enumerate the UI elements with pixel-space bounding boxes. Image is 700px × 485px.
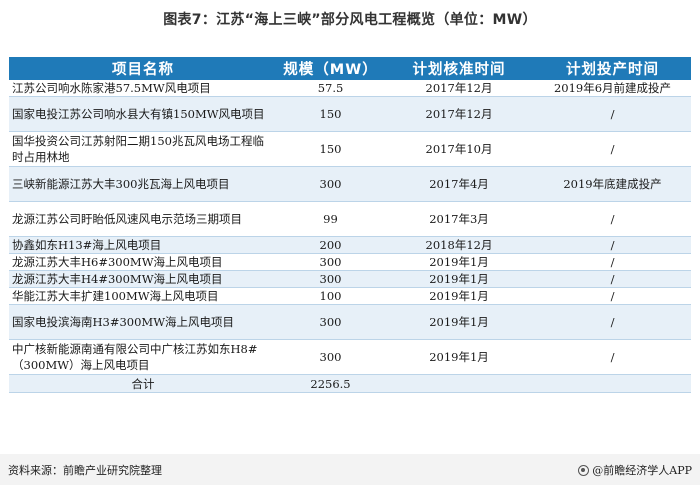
approval-time-cell: 2019年1月 bbox=[384, 253, 534, 271]
table-row: 中广核新能源南通有限公司中广核江苏如东H8#（300MW）海上风电项目 300 20… bbox=[9, 339, 691, 375]
production-time-cell: / bbox=[534, 270, 691, 288]
scale-cell: 200 bbox=[277, 236, 384, 254]
scale-cell: 300 bbox=[277, 253, 384, 271]
production-time-cell: / bbox=[534, 236, 691, 254]
project-name-cell: 中广核新能源南通有限公司中广核江苏如东H8#（300MW）海上风电项目 bbox=[9, 339, 277, 375]
chart-title: 图表7：江苏“海上三峡”部分风电工程概览（单位：MW） bbox=[163, 12, 537, 28]
project-name-cell: 龙源江苏大丰H6#300MW海上风电项目 bbox=[9, 253, 277, 271]
scale-cell: 100 bbox=[277, 287, 384, 305]
approval-time-cell: 2017年10月 bbox=[384, 131, 534, 167]
project-name-cell: 龙源江苏大丰H4#300MW海上风电项目 bbox=[9, 270, 277, 288]
total-row: 合计 2256.5 bbox=[9, 374, 691, 393]
total-empty-cell bbox=[534, 374, 691, 393]
total-empty-cell bbox=[384, 374, 534, 393]
column-header-approval-time: 计划核准时间 bbox=[384, 57, 534, 80]
table-row: 协鑫如东H13#海上风电项目 200 2018年12月 / bbox=[9, 236, 691, 254]
production-time-cell: / bbox=[534, 96, 691, 132]
column-header-scale: 规模（MW） bbox=[277, 57, 384, 80]
production-time-cell: / bbox=[534, 339, 691, 375]
total-value: 2256.5 bbox=[277, 374, 384, 393]
approval-time-cell: 2017年12月 bbox=[384, 96, 534, 132]
scale-cell: 300 bbox=[277, 339, 384, 375]
table-row: 国家电投江苏公司响水县大有镇150MW风电项目 150 2017年12月 / bbox=[9, 96, 691, 132]
table-body: 江苏公司响水陈家港57.5MW风电项目 57.5 2017年12月 2019年6月前建… bbox=[9, 80, 691, 393]
scale-cell: 57.5 bbox=[277, 80, 384, 97]
column-header-production-time: 计划投产时间 bbox=[534, 57, 691, 80]
total-label: 合计 bbox=[9, 374, 277, 393]
scale-cell: 300 bbox=[277, 166, 384, 202]
production-time-cell: / bbox=[534, 287, 691, 305]
table-row: 三峡新能源江苏大丰300兆瓦海上风电项目 300 2017年4月 2019年底建成投产 bbox=[9, 166, 691, 202]
approval-time-cell: 2017年12月 bbox=[384, 80, 534, 97]
production-time-cell: / bbox=[534, 201, 691, 237]
brand-text: @前瞻经济学人APP bbox=[592, 464, 692, 477]
approval-time-cell: 2018年12月 bbox=[384, 236, 534, 254]
project-name-cell: 华能江苏大丰扩建100MW海上风电项目 bbox=[9, 287, 277, 305]
wind-projects-table: 项目名称 规模（MW） 计划核准时间 计划投产时间 江苏公司响水陈家港57.5M… bbox=[9, 57, 691, 393]
brand-logo-icon bbox=[578, 464, 590, 476]
project-name-cell: 龙源江苏公司盱眙低风速风电示范场三期项目 bbox=[9, 201, 277, 237]
project-name-cell: 国家电投滨海南H3#300MW海上风电项目 bbox=[9, 304, 277, 340]
table-row: 龙源江苏大丰H6#300MW海上风电项目 300 2019年1月 / bbox=[9, 253, 691, 271]
footer: 资料来源：前瞻产业研究院整理 @前瞻经济学人APP bbox=[0, 454, 700, 485]
table-row: 华能江苏大丰扩建100MW海上风电项目 100 2019年1月 / bbox=[9, 287, 691, 305]
source-note: 资料来源：前瞻产业研究院整理 bbox=[8, 464, 162, 477]
production-time-cell: 2019年底建成投产 bbox=[534, 166, 691, 202]
scale-cell: 150 bbox=[277, 131, 384, 167]
approval-time-cell: 2019年1月 bbox=[384, 287, 534, 305]
scale-cell: 150 bbox=[277, 96, 384, 132]
table-header-row: 项目名称 规模（MW） 计划核准时间 计划投产时间 bbox=[9, 57, 691, 80]
project-name-cell: 三峡新能源江苏大丰300兆瓦海上风电项目 bbox=[9, 166, 277, 202]
project-name-cell: 国家电投江苏公司响水县大有镇150MW风电项目 bbox=[9, 96, 277, 132]
scale-cell: 300 bbox=[277, 270, 384, 288]
approval-time-cell: 2017年3月 bbox=[384, 201, 534, 237]
table-row: 国华投资公司江苏射阳二期150兆瓦风电场工程临时占用林地 150 2017年10月 / bbox=[9, 131, 691, 167]
table-row: 国家电投滨海南H3#300MW海上风电项目 300 2019年1月 / bbox=[9, 304, 691, 340]
approval-time-cell: 2019年1月 bbox=[384, 304, 534, 340]
production-time-cell: / bbox=[534, 131, 691, 167]
project-name-cell: 江苏公司响水陈家港57.5MW风电项目 bbox=[9, 80, 277, 97]
production-time-cell: / bbox=[534, 304, 691, 340]
column-header-project-name: 项目名称 bbox=[9, 57, 277, 80]
project-name-cell: 协鑫如东H13#海上风电项目 bbox=[9, 236, 277, 254]
approval-time-cell: 2019年1月 bbox=[384, 270, 534, 288]
scale-cell: 300 bbox=[277, 304, 384, 340]
approval-time-cell: 2019年1月 bbox=[384, 339, 534, 375]
production-time-cell: / bbox=[534, 253, 691, 271]
table-row: 江苏公司响水陈家港57.5MW风电项目 57.5 2017年12月 2019年6月前建… bbox=[9, 80, 691, 97]
brand-credit: @前瞻经济学人APP bbox=[578, 462, 692, 478]
project-name-cell: 国华投资公司江苏射阳二期150兆瓦风电场工程临时占用林地 bbox=[9, 131, 277, 167]
production-time-cell: 2019年6月前建成投产 bbox=[534, 80, 691, 97]
table-row: 龙源江苏大丰H4#300MW海上风电项目 300 2019年1月 / bbox=[9, 270, 691, 288]
approval-time-cell: 2017年4月 bbox=[384, 166, 534, 202]
table-row: 龙源江苏公司盱眙低风速风电示范场三期项目 99 2017年3月 / bbox=[9, 201, 691, 237]
scale-cell: 99 bbox=[277, 201, 384, 237]
